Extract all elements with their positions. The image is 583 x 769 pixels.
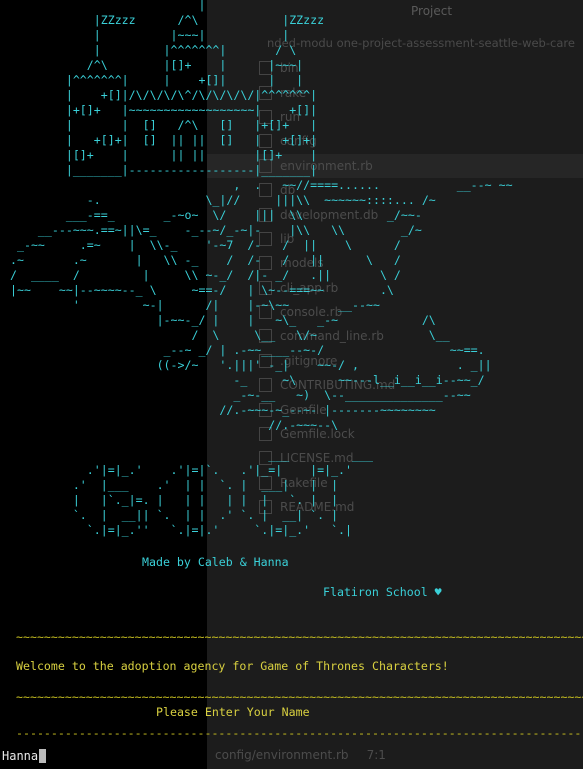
- rule-top: ~~~~~~~~~~~~~~~~~~~~~~~~~~~~~~~~~~~~~~~~…: [16, 630, 583, 644]
- rule-middle: ~~~~~~~~~~~~~~~~~~~~~~~~~~~~~~~~~~~~~~~~…: [16, 690, 583, 704]
- status-file: config/environment.rb: [215, 748, 349, 762]
- got-ascii-art: | |ZZzzz /^\ |ZZzzz | |~~~| | | |^^^^^^^…: [10, 0, 513, 537]
- name-input[interactable]: Hanna: [2, 749, 47, 763]
- name-input-value[interactable]: Hanna: [2, 749, 38, 763]
- status-cursor-position: 7:1: [366, 748, 386, 762]
- name-prompt: Please Enter Your Name: [156, 705, 310, 719]
- editor-status-bar: config/environment.rb 7:1: [215, 748, 386, 762]
- rule-bottom: ----------------------------------------…: [16, 726, 583, 740]
- text-cursor: [39, 749, 47, 763]
- school-line: Flatiron School ♥: [323, 585, 442, 599]
- credit-line: Made by Caleb & Hanna: [142, 555, 289, 569]
- welcome-message: Welcome to the adoption agency for Game …: [16, 659, 449, 673]
